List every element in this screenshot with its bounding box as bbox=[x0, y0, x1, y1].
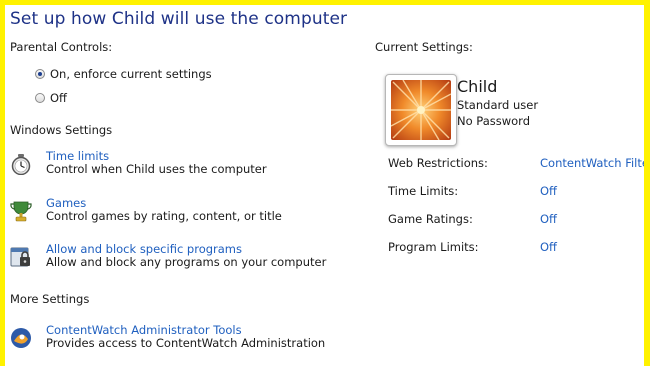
programs-description: Allow and block any programs on your com… bbox=[46, 255, 327, 269]
game-ratings-label: Game Ratings: bbox=[388, 212, 473, 226]
more-settings-heading: More Settings bbox=[10, 292, 90, 306]
clock-icon bbox=[11, 154, 31, 175]
radio-on-label: On, enforce current settings bbox=[50, 67, 212, 81]
user-avatar bbox=[385, 74, 457, 146]
radio-off-option[interactable]: Off bbox=[35, 91, 67, 105]
games-description: Control games by rating, content, or tit… bbox=[46, 209, 282, 223]
time-limits-label: Time Limits: bbox=[388, 184, 459, 198]
program-lock-icon bbox=[10, 247, 30, 267]
games-item: Games Control games by rating, content, … bbox=[10, 197, 282, 223]
contentwatch-item: ContentWatch Administrator Tools Provide… bbox=[10, 324, 325, 350]
user-password-status: No Password bbox=[457, 114, 531, 128]
contentwatch-icon bbox=[11, 328, 31, 348]
flower-picture bbox=[391, 80, 451, 140]
user-type: Standard user bbox=[457, 98, 539, 112]
current-settings-heading: Current Settings: bbox=[375, 40, 473, 54]
time-limits-description: Control when Child uses the computer bbox=[46, 162, 267, 176]
windows-settings-heading: Windows Settings bbox=[10, 123, 113, 137]
time-limits-item: Time limits Control when Child uses the … bbox=[10, 150, 267, 176]
time-limits-value[interactable]: Off bbox=[540, 184, 557, 198]
parental-controls-heading: Parental Controls: bbox=[10, 40, 113, 54]
web-restrictions-label: Web Restrictions: bbox=[388, 156, 488, 170]
radio-on-option[interactable]: On, enforce current settings bbox=[35, 67, 212, 81]
radio-on-button[interactable] bbox=[35, 69, 45, 79]
program-limits-value[interactable]: Off bbox=[540, 240, 557, 254]
web-restrictions-value[interactable]: ContentWatch Filter bbox=[540, 156, 644, 170]
programs-item: Allow and block specific programs Allow … bbox=[10, 243, 326, 269]
contentwatch-description: Provides access to ContentWatch Administ… bbox=[46, 336, 326, 350]
user-name: Child bbox=[457, 77, 498, 96]
page-title: Set up how Child will use the computer bbox=[10, 9, 348, 29]
games-trophy-icon bbox=[10, 201, 32, 222]
radio-off-label: Off bbox=[50, 91, 67, 105]
game-ratings-value[interactable]: Off bbox=[540, 212, 557, 226]
program-limits-label: Program Limits: bbox=[388, 240, 479, 254]
parental-controls-window: Set up how Child will use the computer P… bbox=[5, 5, 644, 366]
radio-off-button[interactable] bbox=[35, 93, 45, 103]
